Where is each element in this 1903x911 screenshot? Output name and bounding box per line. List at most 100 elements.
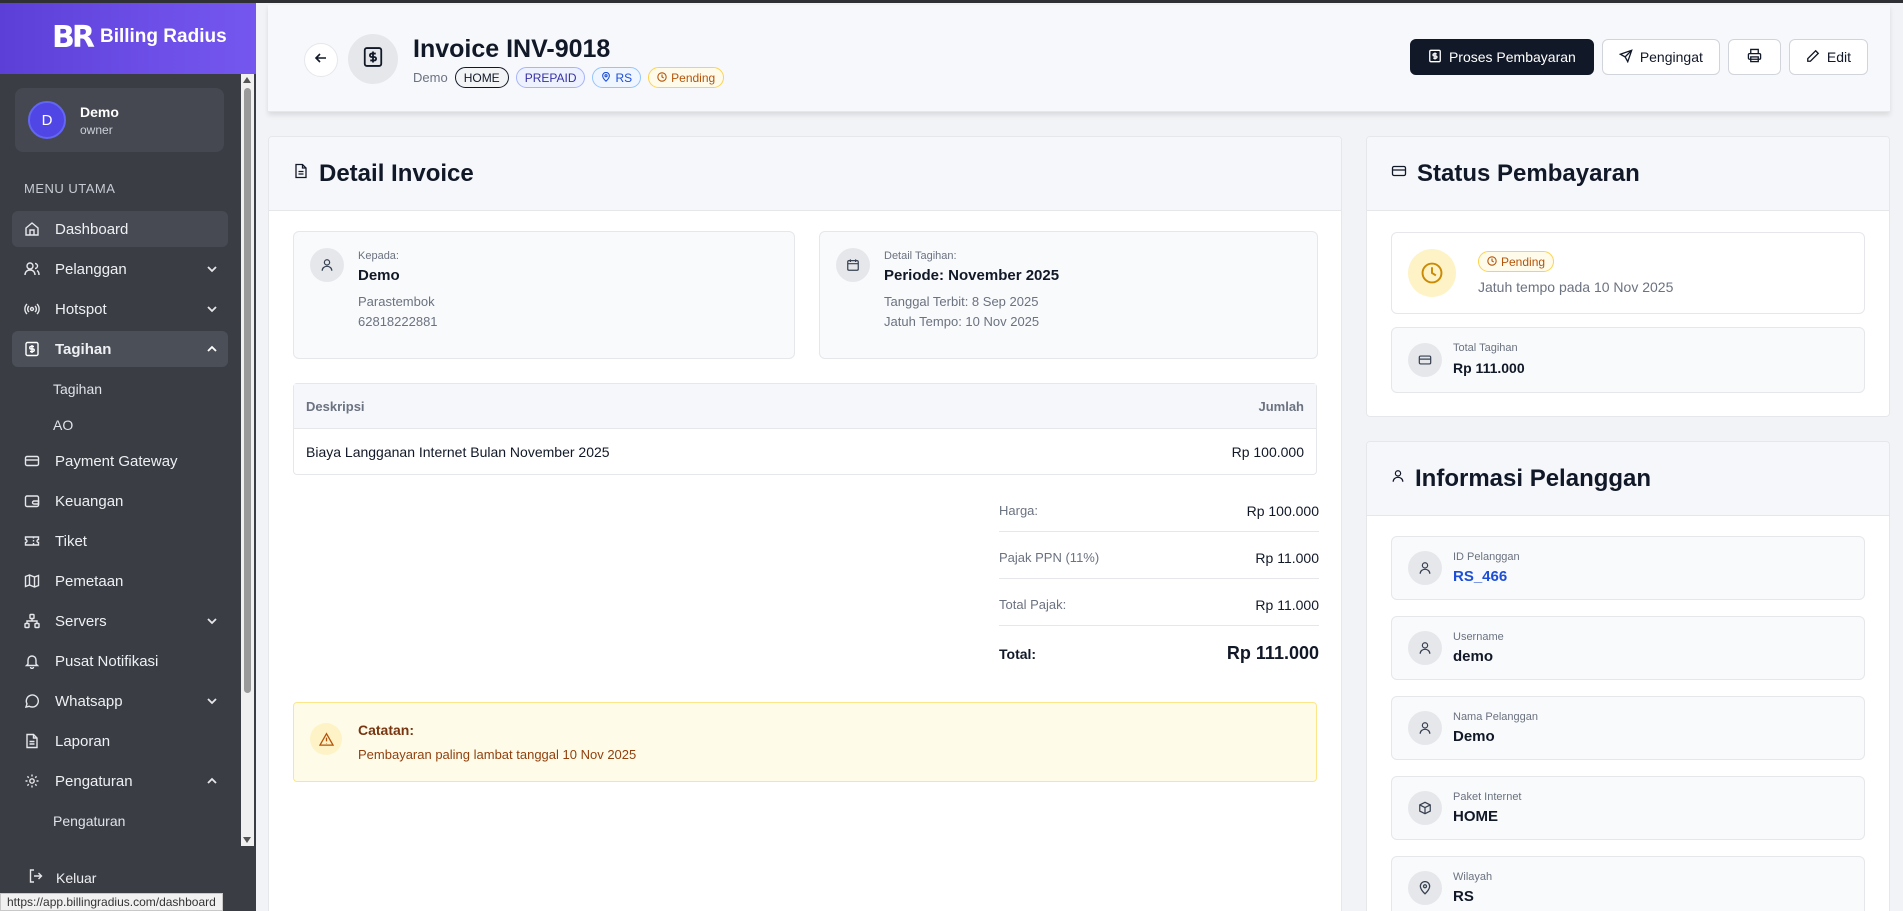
card-title: Status Pembayaran [1417,159,1640,187]
sidebar-subitem-pengaturan[interactable]: Pengaturan [12,803,228,839]
sidebar-item-pelanggan[interactable]: Pelanggan [12,251,228,287]
user-role: owner [80,122,113,137]
card-title: Informasi Pelanggan [1415,464,1652,492]
billing-detail-label: Detail Tagihan: [884,250,957,262]
field-value: RS [1453,888,1474,905]
chevron-down-icon [206,694,218,711]
edit-label: Edit [1826,49,1851,65]
printer-icon [1747,48,1762,66]
customer-id-link[interactable]: RS_466 [1453,568,1507,585]
billing-period: Periode: November 2025 [884,267,1060,284]
total-tax-label: Total Pajak: [999,597,1067,612]
sidebar-item-hotspot[interactable]: Hotspot [12,291,228,327]
billing-detail-box: Detail Tagihan: Periode: November 2025 T… [819,231,1318,359]
field-label: ID Pelanggan [1453,551,1520,563]
sidebar-item-laporan[interactable]: Laporan [12,723,228,759]
invoice-items-table: Deskripsi Jumlah Biaya Langganan Interne… [293,383,1317,475]
sidebar-item-tagihan[interactable]: Tagihan [12,331,228,367]
sidebar-item-dashboard[interactable]: Dashboard [12,211,228,247]
process-payment-button[interactable]: Proses Pembayaran [1409,39,1594,75]
price-label: Harga: [999,503,1039,518]
home-icon [24,221,40,237]
wifi-signal-icon [24,301,40,317]
sidebar-item-label: Hotspot [55,300,107,318]
sidebar-item-label: Tagihan [55,340,112,358]
customer-info-card: Informasi Pelanggan ID Pelanggan RS_466 … [1366,441,1890,911]
column-amount: Jumlah [1258,398,1304,414]
arrow-left-icon [314,51,328,70]
field-label: Wilayah [1453,871,1493,883]
sidebar-item-label: Servers [55,612,107,630]
clock-icon [657,71,667,85]
region-label: RS [615,70,633,85]
chat-bubble-icon [24,693,40,709]
sidebar-subitem-tagihan[interactable]: Tagihan [12,371,228,407]
reminder-button[interactable]: Pengingat [1601,39,1720,75]
invoice-detail-card: Detail Invoice Kepada: Demo Parastembok … [268,136,1342,911]
customer-name-field: Nama Pelanggan Demo [1391,696,1865,760]
map-pin-icon [601,71,611,85]
user-card[interactable]: D Demo owner [15,88,224,152]
payment-status-header: Status Pembayaran [1367,137,1889,211]
back-button[interactable] [304,43,338,77]
sidebar-item-label: Tiket [55,532,87,550]
bill-to-label: Kepada: [358,250,399,262]
type-badge: PREPAID [515,67,586,88]
sidebar-item-label: Pusat Notifikasi [55,652,159,670]
due-text: Jatuh tempo pada 10 Nov 2025 [1478,279,1674,295]
divider [999,531,1319,532]
edit-button[interactable]: Edit [1788,39,1868,75]
main-menu: Dashboard Pelanggan Hotspot Tagihan Tagi… [12,211,228,839]
field-value: HOME [1453,808,1498,825]
wallet-icon [24,493,40,509]
document-icon [24,733,40,749]
scroll-down-arrow-icon[interactable] [243,837,251,843]
table-row: Biaya Langganan Internet Bulan November … [294,429,1316,475]
gear-icon [24,773,40,789]
summary-total-row: Total: Rp 111.000 [999,643,1319,664]
main-content: Invoice INV-9018 Demo HOME PREPAID RS Pe… [256,0,1903,911]
sidebar-item-pengaturan[interactable]: Pengaturan [12,763,228,799]
clock-icon [1487,255,1497,269]
page-title: Invoice INV-9018 [413,35,611,63]
sidebar-item-tiket[interactable]: Tiket [12,523,228,559]
window-top-border [0,0,1903,3]
sidebar-scrollbar[interactable] [241,74,254,846]
logout-button[interactable]: Keluar [28,868,96,887]
sidebar-item-pemetaan[interactable]: Pemetaan [12,563,228,599]
user-icon [1408,711,1442,745]
menu-title: MENU UTAMA [24,181,116,196]
sidebar-subitem-ao[interactable]: AO [12,407,228,443]
column-description: Deskripsi [306,398,365,414]
tax-value: Rp 11.000 [1255,550,1319,566]
sidebar-item-pusat-notifikasi[interactable]: Pusat Notifikasi [12,643,228,679]
user-name: Demo [80,103,119,120]
sidebar-item-whatsapp[interactable]: Whatsapp [12,683,228,719]
sidebar: BR Billing Radius D Demo owner MENU UTAM… [0,0,256,911]
avatar: D [28,101,66,139]
user-icon [1408,551,1442,585]
print-button[interactable] [1727,39,1781,75]
chevron-up-icon [206,774,218,791]
scroll-thumb[interactable] [244,88,251,693]
sidebar-item-keuangan[interactable]: Keuangan [12,483,228,519]
item-amount: Rp 100.000 [1231,444,1304,460]
status-label: Pending [1501,254,1546,269]
invoice-detail-header: Detail Invoice [269,137,1341,211]
credit-card-icon [1408,343,1442,377]
brand[interactable]: BR Billing Radius [0,0,256,74]
bill-to-phone: 62818222881 [358,314,438,329]
scroll-up-arrow-icon[interactable] [243,77,251,83]
issued-date: Tanggal Terbit: 8 Sep 2025 [884,294,1039,309]
user-icon [310,248,344,282]
table-header: Deskripsi Jumlah [294,384,1316,429]
sidebar-item-servers[interactable]: Servers [12,603,228,639]
sidebar-item-label: Pelanggan [55,260,127,278]
bill-to-box: Kepada: Demo Parastembok 62818222881 [293,231,795,359]
chevron-up-icon [206,342,218,359]
item-description: Biaya Langganan Internet Bulan November … [306,444,610,460]
note-title: Catatan: [358,722,415,738]
sidebar-item-payment-gateway[interactable]: Payment Gateway [12,443,228,479]
total-bill-value: Rp 111.000 [1453,360,1525,376]
customer-name: Demo [413,70,448,85]
